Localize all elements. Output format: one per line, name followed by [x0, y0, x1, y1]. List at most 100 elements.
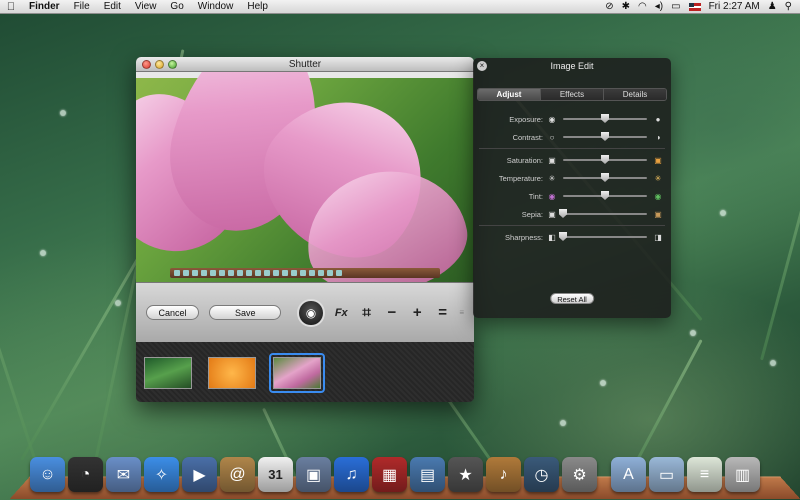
downloads-stack-icon[interactable]: ≡: [687, 457, 722, 492]
temperature-warm-icon: ✳: [654, 173, 662, 183]
dock: ☺ ◔ ✉ ✧ ▶ @31 ▣ ♫ ▦ ▤ ★ ♪ ◷ ⚙ A ▭ ≡ ▥: [30, 448, 780, 492]
temperature-label: Temperature:: [498, 173, 543, 183]
time-machine-icon[interactable]: ◷: [524, 457, 559, 492]
saturation-slider-knob[interactable]: [601, 155, 609, 164]
spotlight-search-icon[interactable]: ⚲: [785, 1, 792, 12]
tint-magenta-icon: ◉: [548, 191, 556, 201]
garageband-icon[interactable]: ♪: [486, 457, 521, 492]
temperature-row: Temperature: ✳ ✳: [473, 169, 671, 187]
volume-icon[interactable]: ◂): [655, 1, 663, 12]
system-preferences-icon[interactable]: ⚙: [562, 457, 597, 492]
water-drop: [115, 300, 121, 306]
thumbnail-image: [273, 357, 321, 389]
input-source-flag-icon[interactable]: [688, 2, 701, 11]
grass-blade: [760, 69, 800, 361]
sepia-label: Sepia:: [521, 209, 543, 219]
temperature-slider[interactable]: [563, 173, 647, 182]
contrast-slider[interactable]: [563, 132, 647, 141]
ical-icon[interactable]: 31: [258, 457, 293, 492]
tint-label: Tint:: [528, 191, 543, 201]
toolbar-grip-icon[interactable]: ≡: [459, 308, 464, 317]
water-drop: [40, 250, 46, 256]
facetime-icon[interactable]: ▶: [182, 457, 217, 492]
thumbnail-item[interactable]: [141, 354, 195, 392]
documents-folder-icon[interactable]: ▭: [649, 457, 684, 492]
shutter-title-bar[interactable]: Shutter: [136, 57, 474, 72]
tab-adjust[interactable]: Adjust: [478, 89, 541, 100]
window-title: Shutter: [288, 58, 322, 70]
saturation-low-icon: ▣: [548, 155, 556, 165]
grass-blade: [0, 80, 43, 481]
apple-menu-icon[interactable]: : [0, 1, 22, 13]
edit-tabs: Adjust Effects Details: [477, 88, 667, 101]
itunes-icon[interactable]: ♫: [334, 457, 369, 492]
sync-icon[interactable]: ⊘: [605, 1, 613, 12]
image-edit-title-bar[interactable]: × Image Edit: [473, 58, 671, 74]
menu-help[interactable]: Help: [240, 1, 275, 12]
image-edit-panel: × Image Edit Adjust Effects Details Expo…: [473, 58, 671, 318]
menu-edit[interactable]: Edit: [97, 1, 128, 12]
exposure-low-icon: ◉: [548, 114, 556, 124]
safari-icon[interactable]: ✧: [144, 457, 179, 492]
sharpness-slider-knob[interactable]: [559, 232, 567, 241]
imovie-icon[interactable]: ★: [448, 457, 483, 492]
contrast-slider-knob[interactable]: [601, 132, 609, 141]
photo-booth-icon[interactable]: ▦: [372, 457, 407, 492]
exposure-slider[interactable]: [563, 114, 647, 123]
menu-view[interactable]: View: [128, 1, 164, 12]
tint-slider[interactable]: [563, 191, 647, 200]
saturation-slider[interactable]: [563, 155, 647, 164]
tint-row: Tint: ◉ ◉: [473, 187, 671, 205]
sepia-slider-knob[interactable]: [559, 209, 567, 218]
menu-app-name[interactable]: Finder: [22, 1, 67, 12]
sepia-high-icon: ▣: [654, 209, 662, 219]
reset-all-button[interactable]: Reset All: [550, 293, 594, 304]
saturation-row: Saturation: ▣ ▣: [473, 151, 671, 169]
sharpness-high-icon: ◨: [654, 232, 662, 242]
mail-icon[interactable]: ✉: [106, 457, 141, 492]
saturation-label: Saturation:: [506, 155, 543, 165]
preview-mini-dock: [170, 268, 440, 278]
capture-camera-button[interactable]: ◉: [297, 298, 325, 327]
tint-slider-knob[interactable]: [601, 191, 609, 200]
tab-effects[interactable]: Effects: [541, 89, 604, 100]
camera-icon: ◉: [305, 305, 317, 320]
zoom-in-button[interactable]: +: [409, 304, 426, 321]
actual-size-button[interactable]: =: [434, 304, 451, 321]
saturation-high-icon: ▣: [654, 155, 662, 165]
close-icon[interactable]: ×: [477, 61, 487, 71]
sharpness-slider[interactable]: [559, 232, 647, 241]
preview-icon[interactable]: ▣: [296, 457, 331, 492]
menu-clock[interactable]: Fri 2:27 AM: [709, 1, 760, 12]
shutter-window: Shutter Cancel Save ◉ Fx ⌗ − + = ≡ i ⚙ ◢: [136, 57, 474, 402]
dashboard-icon[interactable]: ◔: [68, 457, 103, 492]
tab-details[interactable]: Details: [604, 89, 666, 100]
fx-effects-button[interactable]: Fx: [333, 307, 350, 319]
crop-button[interactable]: ⌗: [358, 304, 375, 321]
user-icon[interactable]: ♟: [768, 1, 777, 12]
thumbnail-item-selected[interactable]: [269, 353, 325, 393]
sepia-slider[interactable]: [559, 209, 647, 218]
applications-folder-icon[interactable]: A: [611, 457, 646, 492]
menu-bar:  Finder File Edit View Go Window Help ⊘…: [0, 0, 800, 14]
finder-icon[interactable]: ☺: [30, 457, 65, 492]
battery-icon[interactable]: ▭: [671, 1, 680, 12]
zoom-out-button[interactable]: −: [383, 304, 400, 321]
temperature-slider-knob[interactable]: [601, 173, 609, 182]
trash-icon[interactable]: ▥: [725, 457, 760, 492]
cancel-button[interactable]: Cancel: [146, 305, 200, 320]
menu-go[interactable]: Go: [163, 1, 190, 12]
address-book-icon[interactable]: @: [220, 457, 255, 492]
iphoto-icon[interactable]: ▤: [410, 457, 445, 492]
contrast-row: Contrast: ○ ◑: [473, 128, 671, 146]
wifi-icon[interactable]: ◠: [638, 1, 647, 12]
menu-window[interactable]: Window: [191, 1, 241, 12]
save-button[interactable]: Save: [209, 305, 282, 320]
contrast-label: Contrast:: [512, 132, 543, 142]
water-drop: [600, 380, 606, 386]
bluetooth-icon[interactable]: ✱: [622, 1, 630, 12]
menu-file[interactable]: File: [67, 1, 97, 12]
exposure-slider-knob[interactable]: [601, 114, 609, 123]
contrast-high-icon: ◑: [655, 132, 661, 142]
thumbnail-item[interactable]: [205, 354, 259, 392]
